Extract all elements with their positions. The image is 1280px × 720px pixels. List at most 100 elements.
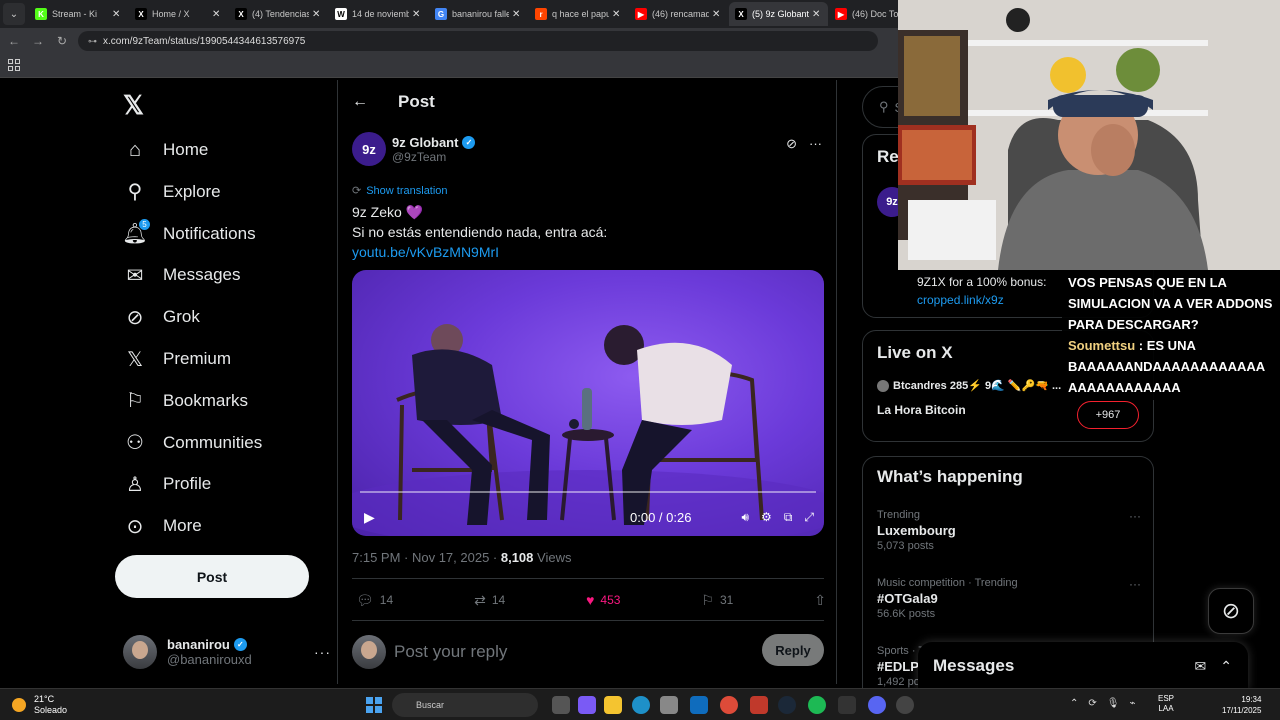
obs-icon[interactable] [896,696,914,714]
address-bar[interactable]: ⊶ x.com/9zTeam/status/199054434461357697… [78,31,878,51]
trend-item[interactable]: Trending Luxembourg 5,073 posts ··· [877,509,1141,552]
browser-tab[interactable]: K Stream - Ki ✕ [29,2,128,26]
tab-search-button[interactable]: ⌄ [3,3,25,25]
steam-icon[interactable] [778,696,796,714]
browser-tab[interactable]: X (4) Tendencias ✕ [229,2,328,26]
tab-close-icon[interactable]: ✕ [812,9,822,20]
task-view-icon[interactable] [552,696,570,714]
live-host[interactable]: Btcandres 285⚡ 9🌊 ✏️🔑🔫 ... [877,379,1061,392]
promo-link[interactable]: cropped.link/x9z [917,293,1004,307]
browser-tab[interactable]: X (5) 9z Globant ✕ [729,2,828,26]
settings-icon[interactable]: ⚙ [761,510,772,525]
taskbar-search[interactable]: Buscar [392,693,538,717]
bookmark-action[interactable]: ⚐ 31 [701,592,733,609]
windows-start-icon[interactable] [366,697,382,713]
live-show-title[interactable]: La Hora Bitcoin [877,403,966,417]
trend-context: Trending [877,509,921,521]
tab-close-icon[interactable]: ✕ [512,9,522,20]
reply-action[interactable]: 💬︎ 14 [356,592,393,609]
volume-icon[interactable]: 🔊︎ [741,510,749,525]
like-action[interactable]: ♥ 453 [586,592,620,608]
tab-favicon-icon: W [335,8,347,20]
back-button[interactable]: ← [4,31,24,51]
outlook-icon[interactable] [690,696,708,714]
apps-grid-icon[interactable] [8,59,20,71]
browser-tab[interactable]: W 14 de noviemb ✕ [329,2,428,26]
chevron-up-icon[interactable]: ⌃ [1070,698,1078,709]
post-link[interactable]: youtu.be/vKvBzMN9MrI [352,242,607,262]
picture-in-picture-icon[interactable]: ⧉ [784,510,793,525]
file-explorer-icon[interactable] [604,696,622,714]
expand-up-icon[interactable]: ⌃ [1220,658,1232,675]
nav-item-home[interactable]: ⌂ Home [122,130,208,170]
browser-tab[interactable]: X Home / X ✕ [129,2,228,26]
share-action[interactable]: ⇧ [814,592,826,609]
nav-item-notifications[interactable]: 🔔︎ 5 Notifications [122,214,256,254]
grok-fab-icon[interactable]: ⊘ [1208,588,1254,634]
app-icon[interactable] [750,696,768,714]
language-indicator[interactable]: ESP LAA [1158,694,1174,714]
post-more-icon[interactable]: ··· [809,136,822,152]
nav-item-explore[interactable]: ⚲ Explore [122,172,221,212]
post-timestamp[interactable]: 7:15 PM · Nov 17, 2025 · [352,550,501,565]
author-avatar[interactable]: 9z [352,132,386,166]
fullscreen-icon[interactable]: ⤢ [804,510,814,525]
nav-item-more[interactable]: ⊙ More [122,506,202,546]
discord-icon[interactable] [868,696,886,714]
reply-button[interactable]: Reply [762,634,824,666]
x-logo-icon[interactable]: 𝕏 [123,90,144,121]
taskbar-clock[interactable]: 19:34 17/11/2025 [1222,694,1261,716]
live-listener-count[interactable]: +967 [1077,401,1139,429]
nav-item-profile[interactable]: ♙ Profile [122,464,211,504]
trend-more-icon[interactable]: ··· [1129,577,1141,591]
browser-tab[interactable]: r q hace el papu ✕ [529,2,628,26]
reload-button[interactable]: ↻ [52,31,72,51]
nav-item-grok[interactable]: ⊘ Grok [122,297,200,337]
tab-close-icon[interactable]: ✕ [412,9,422,20]
grok-explain-icon[interactable]: ⊘ [786,136,797,152]
nav-item-bookmarks[interactable]: ⚐ Bookmarks [122,381,248,421]
copilot-icon[interactable] [578,696,596,714]
tab-close-icon[interactable]: ✕ [212,9,222,20]
account-switcher[interactable]: bananirou ✓ @bananirouxd ··· [123,632,330,672]
trend-more-icon[interactable]: ··· [1129,509,1141,523]
mic-icon[interactable]: 🎙︎ [1107,698,1120,709]
forward-button[interactable]: → [28,31,48,51]
nav-item-messages[interactable]: ✉ Messages [122,255,241,295]
new-message-icon[interactable]: ✉ [1195,658,1207,675]
nav-item-communities[interactable]: ⚇ Communities [122,423,262,463]
tab-close-icon[interactable]: ✕ [612,9,622,20]
tab-close-icon[interactable]: ✕ [312,9,322,20]
video-player[interactable]: ▶ 0:00 / 0:26 🔊︎ ⚙ ⧉ ⤢ [352,270,824,536]
lang-code: ESP [1158,694,1175,703]
show-translation-link[interactable]: ⟳ Show translation [352,184,448,198]
browser-tab[interactable]: Gbananirou falle ✕ [429,2,528,26]
author-handle[interactable]: @9zTeam [392,150,475,164]
reply-input[interactable]: Post your reply [394,642,507,662]
spotify-icon[interactable] [808,696,826,714]
messages-drawer[interactable]: Messages ✉ ⌃ [918,642,1248,690]
nav-item-premium[interactable]: 𝕏 Premium [122,339,231,379]
weather-widget[interactable]: 21°C Soleado [12,694,67,716]
chrome-icon[interactable] [720,696,738,714]
site-info-icon[interactable]: ⊶ [88,36,97,47]
tab-title: (4) Tendencias [252,9,309,19]
trend-item[interactable]: Music competition · Trending #OTGala9 56.6… [877,577,1141,620]
store-icon[interactable] [660,696,678,714]
author-name[interactable]: 9z Globant [392,135,458,150]
tab-favicon-icon: X [135,8,147,20]
tab-close-icon[interactable]: ✕ [712,9,722,20]
edge-icon[interactable] [632,696,650,714]
browser-tab[interactable]: ▶ (46) rencamad ✕ [629,2,728,26]
more-dots-icon[interactable]: ··· [314,644,331,660]
tab-close-icon[interactable]: ✕ [112,9,122,20]
network-icon[interactable]: ⌁ [1129,698,1135,709]
post-author[interactable]: 9z 9z Globant ✓ @9zTeam [352,132,476,166]
repost-action[interactable]: ⇄ 14 [474,592,505,609]
video-progress-bar[interactable] [360,491,816,493]
compose-post-button[interactable]: Post [115,555,309,598]
sync-icon[interactable]: ⟳ [1088,698,1096,709]
app-icon[interactable] [838,696,856,714]
back-arrow-icon[interactable]: ← [352,93,372,111]
play-icon[interactable]: ▶ [364,509,375,526]
